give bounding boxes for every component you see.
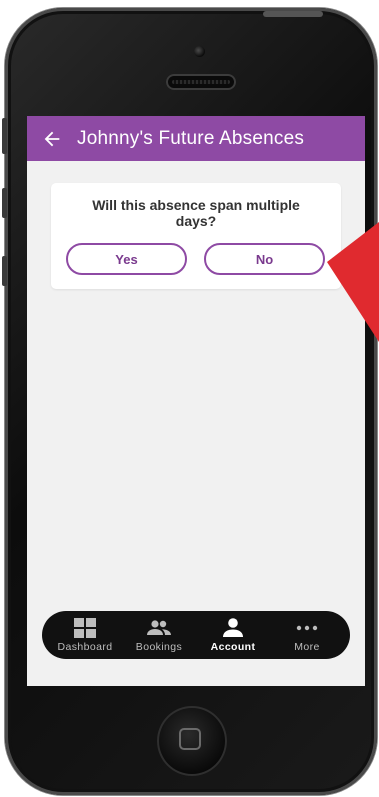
nav-label-bookings: Bookings [135, 641, 183, 653]
app-bar: Johnny's Future Absences [27, 116, 365, 161]
earpiece-speaker [166, 74, 236, 90]
front-camera [194, 46, 205, 57]
nav-label-dashboard: Dashboard [57, 641, 113, 653]
arrow-left-icon[interactable] [41, 128, 63, 150]
multi-day-question-card: Will this absence span multiple days? Ye… [51, 183, 341, 289]
nav-item-bookings[interactable]: Bookings [124, 617, 194, 653]
nav-label-more: More [294, 641, 320, 653]
nav-item-more[interactable]: More [272, 617, 342, 653]
nav-item-account[interactable]: Account [198, 617, 268, 653]
bottom-navigation: Dashboard Bookings Account More [42, 611, 350, 659]
mute-switch [2, 118, 7, 154]
app-screen: Johnny's Future Absences Will this absen… [27, 116, 365, 686]
red-pointer-arrow [327, 222, 379, 342]
person-icon [222, 617, 244, 639]
home-square-icon [179, 728, 201, 750]
home-button[interactable] [157, 706, 227, 776]
nav-item-dashboard[interactable]: Dashboard [50, 617, 120, 653]
power-button [263, 11, 323, 17]
people-icon [147, 617, 171, 639]
page-title: Johnny's Future Absences [77, 127, 305, 149]
dashboard-grid-icon [74, 617, 96, 639]
question-text: Will this absence span multiple days? [92, 197, 300, 229]
nav-label-account: Account [210, 641, 256, 653]
volume-up-button [2, 188, 7, 218]
yes-button[interactable]: Yes [66, 243, 187, 275]
volume-down-button [2, 256, 7, 286]
more-dots-icon [296, 617, 318, 639]
no-button[interactable]: No [204, 243, 325, 275]
